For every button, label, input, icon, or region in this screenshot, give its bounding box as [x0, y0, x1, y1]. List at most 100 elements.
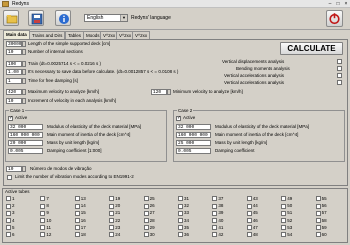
- exit-button[interactable]: [326, 10, 343, 27]
- max-velocity-spinner[interactable]: [22, 89, 26, 95]
- tube-checkbox[interactable]: [109, 225, 115, 231]
- tube-item[interactable]: 33: [178, 210, 189, 216]
- tube-checkbox[interactable]: [212, 225, 218, 231]
- time-step-input[interactable]: 1.00: [6, 69, 22, 75]
- tube-item[interactable]: 2: [6, 203, 15, 209]
- tube-checkbox[interactable]: [74, 232, 80, 238]
- increment-input[interactable]: 10: [6, 98, 22, 104]
- tube-item[interactable]: 45: [246, 210, 258, 216]
- tube-checkbox[interactable]: [212, 217, 218, 223]
- tube-item[interactable]: 50: [281, 203, 292, 209]
- tube-item[interactable]: 52: [281, 218, 292, 223]
- tube-item[interactable]: 11: [40, 225, 51, 231]
- tube-item[interactable]: 59: [315, 225, 327, 231]
- close-button[interactable]: ×: [342, 1, 350, 7]
- tube-item[interactable]: 15: [74, 210, 86, 216]
- tube-item[interactable]: 26: [143, 203, 155, 209]
- tube-checkbox[interactable]: [40, 217, 46, 223]
- tube-item[interactable]: 14: [74, 203, 86, 209]
- tube-item[interactable]: 27: [143, 210, 155, 216]
- time-step-spinner[interactable]: [22, 69, 26, 75]
- tube-item[interactable]: 8: [40, 203, 49, 209]
- tube-item[interactable]: 4: [6, 218, 15, 223]
- tube-item[interactable]: 51: [281, 210, 292, 216]
- tube-checkbox[interactable]: [6, 217, 11, 223]
- case-2-mass-input[interactable]: 25 000: [176, 140, 211, 146]
- tube-checkbox[interactable]: [246, 210, 252, 216]
- tube-item[interactable]: 40: [212, 218, 223, 223]
- tube-checkbox[interactable]: [6, 210, 11, 216]
- tab-tables[interactable]: Tables: [65, 31, 85, 39]
- tube-checkbox[interactable]: [109, 196, 115, 202]
- tube-checkbox[interactable]: [281, 232, 287, 238]
- tube-checkbox[interactable]: [178, 232, 183, 238]
- minimize-button[interactable]: –: [326, 1, 334, 7]
- tube-item[interactable]: 17: [74, 225, 86, 231]
- tube-checkbox[interactable]: [246, 203, 252, 209]
- tube-item[interactable]: 43: [246, 196, 258, 202]
- tube-item[interactable]: 39: [212, 210, 223, 216]
- tube-checkbox[interactable]: [109, 232, 115, 238]
- tube-item[interactable]: 10: [40, 218, 51, 223]
- modes-input[interactable]: 10: [6, 166, 22, 172]
- tube-checkbox[interactable]: [143, 217, 149, 223]
- tube-item[interactable]: 23: [109, 225, 120, 231]
- case-2-damping-input[interactable]: 0.005: [176, 148, 211, 154]
- case-1-active-checkbox[interactable]: [8, 115, 13, 121]
- calculate-button[interactable]: CALCULATE: [280, 42, 343, 55]
- tube-item[interactable]: 19: [109, 196, 120, 202]
- tube-item[interactable]: 22: [109, 218, 120, 223]
- tube-checkbox[interactable]: [178, 217, 183, 223]
- language-select[interactable]: English ▼: [84, 14, 128, 22]
- tube-checkbox[interactable]: [178, 210, 183, 216]
- span-length-spinner[interactable]: [22, 41, 26, 47]
- tube-checkbox[interactable]: [212, 232, 218, 238]
- case-2-active-checkbox[interactable]: [176, 115, 181, 121]
- tube-checkbox[interactable]: [74, 203, 80, 209]
- tube-item[interactable]: 6: [6, 232, 15, 238]
- tube-checkbox[interactable]: [143, 196, 149, 202]
- tube-checkbox[interactable]: [40, 232, 46, 238]
- tube-checkbox[interactable]: [212, 203, 218, 209]
- tube-item[interactable]: 12: [40, 232, 51, 238]
- option-checkbox-displacements[interactable]: [337, 59, 342, 64]
- case-1-inertia-input[interactable]: 160 000 000: [8, 132, 43, 138]
- case-1-damping-input[interactable]: 0.005: [8, 148, 43, 154]
- tube-checkbox[interactable]: [74, 225, 80, 231]
- train-input[interactable]: 100: [6, 61, 22, 67]
- max-velocity-input[interactable]: 420: [6, 89, 22, 95]
- open-file-button[interactable]: [3, 10, 19, 26]
- case-1-modulus-input[interactable]: 32 000: [8, 124, 43, 130]
- tube-item[interactable]: 3: [6, 210, 15, 216]
- tube-checkbox[interactable]: [212, 210, 218, 216]
- tube-checkbox[interactable]: [315, 196, 321, 202]
- tube-item[interactable]: 58: [315, 217, 327, 223]
- tube-item[interactable]: 54: [281, 232, 292, 238]
- sections-spinner[interactable]: [22, 49, 26, 55]
- tube-checkbox[interactable]: [281, 203, 287, 209]
- tab-main-data[interactable]: Main data: [3, 30, 30, 39]
- tube-checkbox[interactable]: [315, 225, 321, 231]
- tube-item[interactable]: 25: [143, 196, 155, 202]
- tube-checkbox[interactable]: [246, 232, 252, 238]
- info-button[interactable]: [55, 10, 71, 26]
- tube-item[interactable]: 24: [109, 232, 120, 238]
- tube-checkbox[interactable]: [6, 203, 11, 209]
- maximize-button[interactable]: □: [334, 1, 342, 7]
- tube-item[interactable]: 56: [315, 203, 327, 209]
- tube-checkbox[interactable]: [109, 210, 115, 216]
- tube-checkbox[interactable]: [74, 217, 80, 223]
- save-button[interactable]: [28, 10, 44, 26]
- tab-trains[interactable]: Trains and Dirs: [29, 31, 66, 39]
- tube-item[interactable]: 31: [178, 196, 189, 202]
- tube-checkbox[interactable]: [315, 217, 321, 223]
- tube-item[interactable]: 55: [315, 196, 327, 202]
- tube-checkbox[interactable]: [109, 203, 115, 209]
- tube-item[interactable]: 37: [212, 196, 223, 202]
- tube-checkbox[interactable]: [40, 210, 46, 216]
- tube-checkbox[interactable]: [143, 210, 149, 216]
- tube-item[interactable]: 60: [315, 232, 327, 238]
- tube-item[interactable]: 38: [212, 203, 223, 209]
- span-length-input[interactable]: 30000: [6, 41, 22, 47]
- case-2-modulus-input[interactable]: 32 000: [176, 124, 211, 130]
